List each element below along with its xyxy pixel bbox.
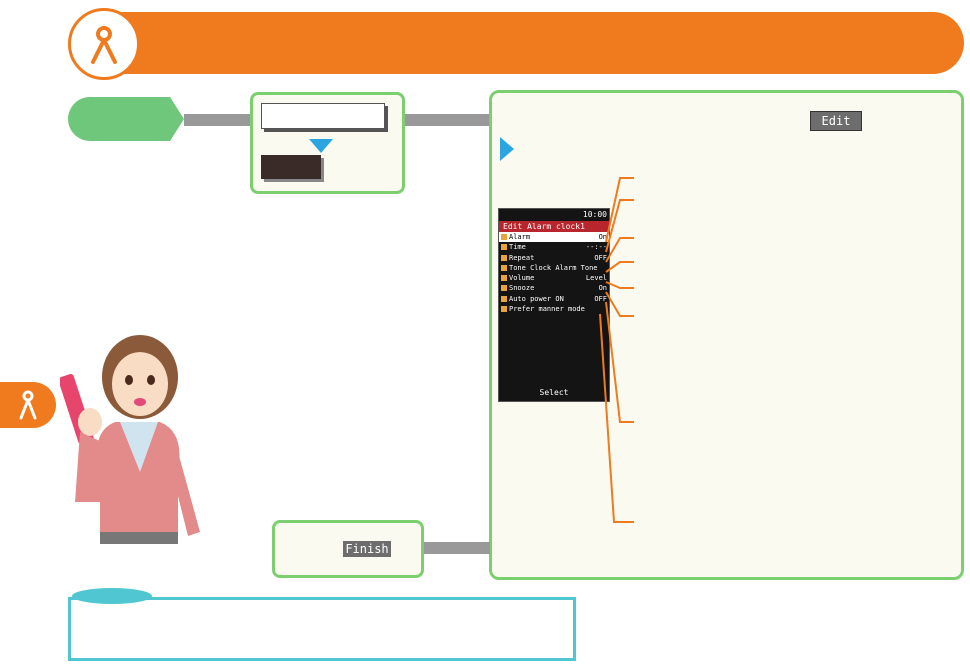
finish-button[interactable]: Finish — [343, 541, 391, 557]
woman-illustration — [60, 335, 200, 544]
step-box-finish: Finish — [272, 520, 424, 578]
note-box — [68, 597, 576, 661]
note-tab — [72, 588, 152, 604]
flow-connector — [424, 542, 490, 554]
